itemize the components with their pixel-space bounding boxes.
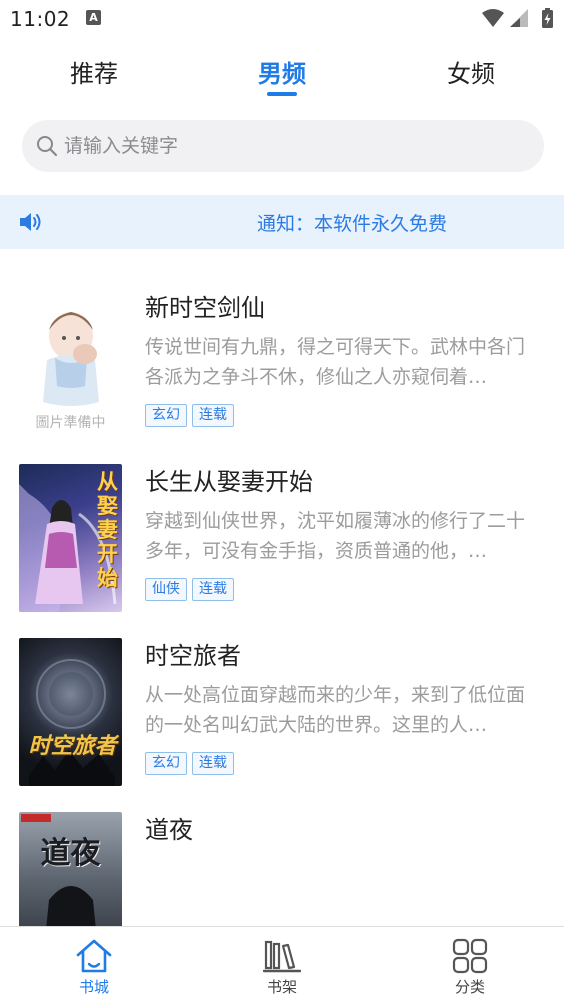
- book-description: 传说世间有九鼎，得之可得天下。武林中各门各派为之争斗不休，修仙之人亦窥伺着…: [145, 336, 526, 388]
- book-title[interactable]: 新时空剑仙: [145, 288, 265, 323]
- search-input[interactable]: [64, 120, 524, 172]
- cover-title-text: 道夜: [40, 836, 101, 871]
- nav-bookshelf[interactable]: 书架: [222, 927, 342, 1004]
- category-grid-icon: [452, 938, 488, 974]
- book-title[interactable]: 时空旅者: [145, 636, 241, 671]
- notification-icon: A: [86, 10, 101, 25]
- speaker-icon: [20, 213, 41, 231]
- book-tags: 玄幻 连载: [145, 752, 239, 776]
- status-time: 11:02: [10, 7, 71, 31]
- tab-recommend[interactable]: 推荐: [70, 54, 118, 89]
- book-title[interactable]: 道夜: [145, 812, 193, 845]
- status-bar: 11:02 A: [0, 0, 564, 38]
- book-cover[interactable]: 从娶妻开始: [19, 464, 122, 612]
- tag-genre[interactable]: 玄幻: [145, 404, 187, 427]
- book-item[interactable]: 圖片準備中 新时空剑仙 传说世间有九鼎，得之可得天下。武林中各门各派为之争斗不休…: [0, 290, 564, 450]
- cover-illustration: [29, 659, 115, 786]
- book-tags: 玄幻 连载: [145, 404, 239, 428]
- tag-genre[interactable]: 仙侠: [145, 578, 187, 601]
- nav-bookstore[interactable]: 书城: [34, 927, 154, 1004]
- active-tab-indicator: [267, 92, 297, 96]
- notice-text: 通知：本软件永久免费: [257, 213, 448, 235]
- tag-status[interactable]: 连载: [192, 752, 234, 775]
- book-description: 穿越到仙侠世界，沈平如履薄冰的修行了二十多年，可没有金手指，资质普通的他，…: [145, 510, 526, 562]
- tag-genre[interactable]: 玄幻: [145, 752, 187, 775]
- tag-status[interactable]: 连载: [192, 404, 234, 427]
- book-item[interactable]: 道夜 道夜: [0, 812, 564, 926]
- bottom-nav: 书城 书架 分类: [0, 926, 564, 1004]
- book-item[interactable]: 时空旅者 时空旅者 从一处高位面穿越而来的少年，来到了低位面的一处名叫幻武大陆的…: [0, 638, 564, 798]
- search-icon: [37, 136, 58, 157]
- cover-title-text: 从娶妻开始: [97, 470, 118, 590]
- search-bar[interactable]: [22, 120, 544, 172]
- book-item[interactable]: 从娶妻开始 长生从娶妻开始 穿越到仙侠世界，沈平如履薄冰的修行了二十多年，可没有…: [0, 464, 564, 624]
- tab-female[interactable]: 女频: [447, 54, 495, 89]
- book-cover[interactable]: 道夜: [19, 812, 122, 926]
- nav-label: 书架: [266, 978, 297, 996]
- cover-placeholder-text: 圖片準備中: [35, 415, 106, 431]
- nav-label: 分类: [454, 978, 485, 996]
- cover-title-text: 时空旅者: [28, 734, 117, 759]
- notice-bar[interactable]: 通知：本软件永久免费: [0, 195, 564, 249]
- wifi-signal-battery-icon: [482, 8, 553, 28]
- bookshelf-icon: [263, 940, 301, 973]
- book-cover[interactable]: 时空旅者: [19, 638, 122, 786]
- book-cover[interactable]: 圖片準備中: [19, 290, 122, 438]
- nav-category[interactable]: 分类: [410, 927, 530, 1004]
- book-description: 从一处高位面穿越而来的少年，来到了低位面的一处名叫幻武大陆的世界。这里的人…: [145, 684, 526, 736]
- status-indicators: [480, 8, 556, 30]
- book-title[interactable]: 长生从娶妻开始: [145, 462, 313, 497]
- nav-label: 书城: [78, 978, 109, 996]
- tab-male[interactable]: 男频: [258, 54, 306, 89]
- home-icon: [76, 939, 112, 973]
- book-tags: 仙侠 连载: [145, 578, 239, 602]
- tag-status[interactable]: 连载: [192, 578, 234, 601]
